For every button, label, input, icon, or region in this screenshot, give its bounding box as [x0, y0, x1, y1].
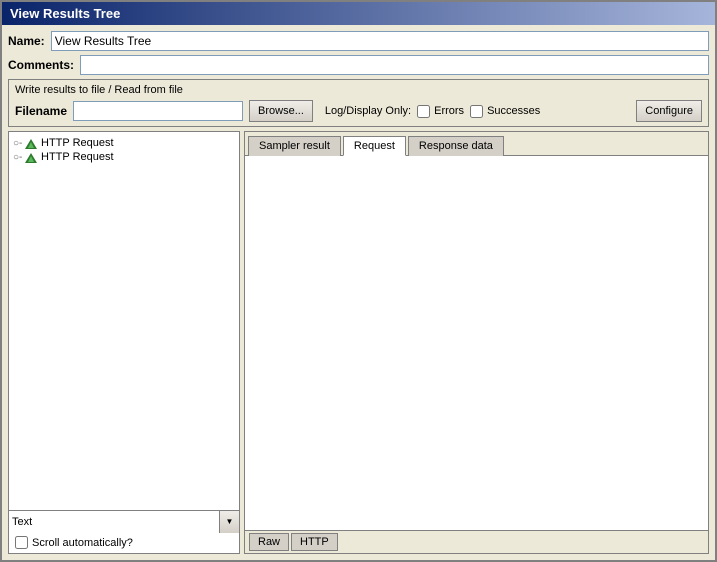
tab-request[interactable]: Request: [343, 136, 406, 156]
tree-item-2[interactable]: ○- HTTP Request: [13, 150, 235, 164]
successes-label: Successes: [487, 105, 540, 117]
name-row: Name:: [8, 31, 709, 51]
filename-input[interactable]: [73, 101, 243, 121]
title-bar: View Results Tree: [2, 2, 715, 25]
errors-label: Errors: [434, 105, 464, 117]
bottom-panel: ○- HTTP Request ○- HTTP Request: [8, 131, 709, 554]
name-input[interactable]: [51, 31, 709, 51]
comments-row: Comments:: [8, 55, 709, 75]
tree-item-label-2: HTTP Request: [41, 151, 114, 163]
text-dropdown[interactable]: Text: [9, 511, 219, 533]
http-request-icon-inner-1: [28, 142, 34, 148]
http-request-icon-2: [25, 153, 37, 163]
window-title: View Results Tree: [10, 6, 120, 21]
content-area: Name: Comments: Write results to file / …: [2, 25, 715, 560]
file-section: Write results to file / Read from file F…: [8, 79, 709, 127]
filename-label: Filename: [15, 104, 67, 118]
tree-item[interactable]: ○- HTTP Request: [13, 136, 235, 150]
name-label: Name:: [8, 34, 45, 48]
file-section-title: Write results to file / Read from file: [15, 84, 702, 96]
left-panel: ○- HTTP Request ○- HTTP Request: [8, 131, 240, 554]
successes-group: Successes: [470, 105, 540, 118]
http-request-icon-inner-2: [28, 156, 34, 162]
errors-checkbox[interactable]: [417, 105, 430, 118]
http-request-icon-1: [25, 139, 37, 149]
comments-input[interactable]: [80, 55, 709, 75]
comments-label: Comments:: [8, 58, 74, 72]
configure-button[interactable]: Configure: [636, 100, 702, 122]
scroll-auto-label: Scroll automatically?: [32, 537, 133, 549]
tab-content: [245, 156, 708, 530]
tree-item-label-1: HTTP Request: [41, 137, 114, 149]
successes-checkbox[interactable]: [470, 105, 483, 118]
bottom-tab-http[interactable]: HTTP: [291, 533, 338, 551]
file-row: Filename Browse... Log/Display Only: Err…: [15, 100, 702, 122]
right-panel: Sampler result Request Response data Raw…: [244, 131, 709, 554]
bottom-tab-raw[interactable]: Raw: [249, 533, 289, 551]
main-window: View Results Tree Name: Comments: Write …: [0, 0, 717, 562]
tabs-row: Sampler result Request Response data: [245, 132, 708, 156]
log-display-label: Log/Display Only:: [325, 105, 411, 117]
tree-arrow-2: ○-: [13, 152, 21, 163]
tab-response-data[interactable]: Response data: [408, 136, 504, 156]
scroll-auto-checkbox[interactable]: [15, 536, 28, 549]
tab-sampler-result[interactable]: Sampler result: [248, 136, 341, 156]
tree-area: ○- HTTP Request ○- HTTP Request: [9, 132, 239, 510]
browse-button[interactable]: Browse...: [249, 100, 313, 122]
scroll-auto-row: Scroll automatically?: [9, 532, 239, 553]
errors-group: Errors: [417, 105, 464, 118]
tree-arrow-1: ○-: [13, 138, 21, 149]
bottom-tabs-row: Raw HTTP: [245, 530, 708, 553]
dropdown-arrow-button[interactable]: ▼: [219, 511, 239, 533]
left-bottom: Text ▼: [9, 510, 239, 532]
